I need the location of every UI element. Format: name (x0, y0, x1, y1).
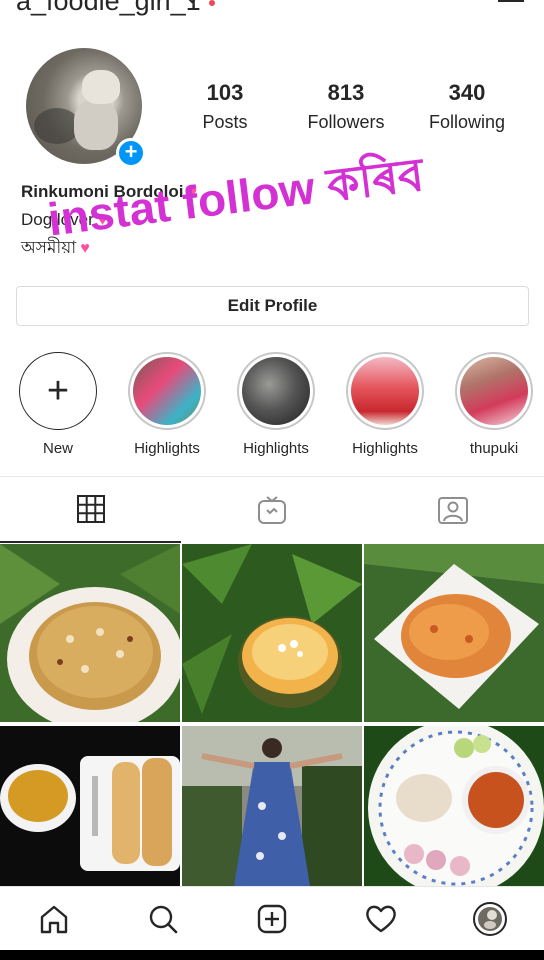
highlight-item[interactable]: Highlights (125, 352, 209, 457)
username[interactable]: a_foodie_girl_1 (16, 0, 201, 17)
post-image-pasta (364, 544, 544, 722)
following-count: 340 (448, 80, 486, 105)
top-bar: a_foodie_girl_1 (0, 0, 544, 20)
followers-label: Followers (307, 112, 385, 132)
highlight-label: Highlights (134, 440, 200, 457)
highlight-new[interactable]: + New (16, 352, 100, 457)
highlight-cover (133, 357, 201, 425)
posts-stat[interactable]: 103 Posts (170, 80, 280, 133)
highlight-label: Highlights (352, 440, 418, 457)
post-thumbnail[interactable] (364, 544, 544, 722)
home-icon (40, 905, 68, 934)
tab-tagged[interactable] (362, 477, 543, 543)
system-bar (0, 950, 544, 960)
nav-profile[interactable] (472, 901, 508, 937)
post-thumbnail[interactable] (364, 726, 544, 904)
heart-icon (366, 905, 396, 933)
notification-dot (209, 0, 215, 6)
nav-add-post[interactable] (254, 901, 290, 937)
tab-igtv[interactable] (181, 477, 362, 543)
bottom-nav (0, 886, 544, 950)
chevron-down-icon[interactable] (186, 0, 198, 6)
new-highlight-ring: + (19, 352, 97, 430)
following-stat[interactable]: 340 Following (412, 80, 522, 133)
post-image-rice-curry (364, 726, 544, 896)
highlight-label: Highlights (243, 440, 309, 457)
highlight-cover (460, 357, 528, 425)
menu-icon[interactable] (498, 0, 524, 14)
post-image-cake (0, 544, 180, 722)
highlight-item[interactable]: Highlights (343, 352, 427, 457)
nav-search[interactable] (145, 901, 181, 937)
post-thumbnail[interactable] (182, 544, 362, 722)
post-thumbnail[interactable] (182, 726, 362, 904)
highlight-cover (242, 357, 310, 425)
post-image-woman (182, 726, 362, 886)
following-label: Following (428, 112, 506, 132)
post-image-dal-rolls (0, 726, 180, 886)
highlight-item[interactable]: thupuki (452, 352, 536, 457)
profile-avatar[interactable]: + (26, 48, 146, 168)
grid-icon (76, 495, 105, 523)
search-icon (149, 905, 178, 934)
followers-stat[interactable]: 813 Followers (291, 80, 401, 133)
edit-profile-button[interactable]: Edit Profile (16, 286, 529, 326)
post-thumbnail[interactable] (0, 544, 180, 722)
igtv-icon (257, 496, 286, 524)
tab-grid[interactable] (0, 477, 181, 543)
profile-tabs (0, 476, 544, 543)
highlight-cover (351, 357, 419, 425)
posts-count: 103 (206, 80, 244, 105)
plus-icon: + (46, 370, 70, 412)
post-image-lassi (182, 544, 362, 722)
followers-count: 813 (327, 80, 365, 105)
add-post-icon (257, 904, 287, 934)
add-story-icon[interactable]: + (116, 138, 146, 168)
profile-avatar-icon (473, 902, 507, 936)
highlight-label: thupuki (469, 440, 519, 457)
nav-home[interactable] (36, 901, 72, 937)
highlight-label: New (42, 440, 73, 457)
nav-activity[interactable] (363, 901, 399, 937)
posts-label: Posts (202, 112, 248, 132)
post-thumbnail[interactable] (0, 726, 180, 904)
highlight-item[interactable]: Highlights (234, 352, 318, 457)
tagged-icon (437, 497, 468, 524)
